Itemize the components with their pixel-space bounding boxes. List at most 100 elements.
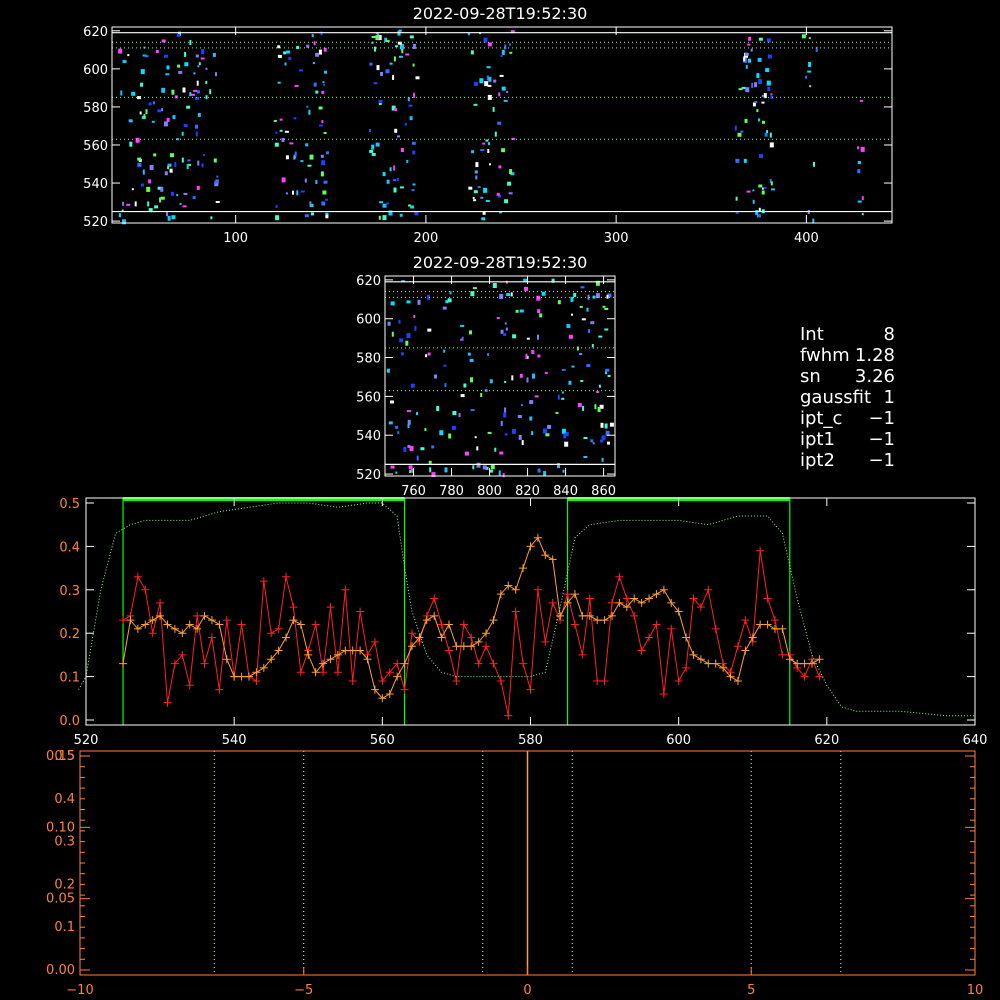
x-tick-label: 520: [74, 733, 99, 748]
image-pixel: [743, 56, 746, 62]
red-data-point: [267, 629, 276, 638]
image-pixel: [157, 109, 162, 113]
image-pixel: [200, 57, 205, 60]
red-data-point: [482, 642, 491, 651]
top-image-pixels: [118, 29, 865, 225]
image-pixel: [568, 334, 573, 339]
image-pixel: [443, 364, 447, 367]
image-pixel: [805, 75, 808, 79]
image-pixel: [411, 468, 413, 473]
x-tick-label: 400: [794, 231, 819, 246]
info-label: ipt_c: [800, 408, 842, 429]
image-pixel: [397, 431, 400, 435]
orange-data-point: [659, 585, 668, 594]
info-label: sn: [800, 366, 821, 387]
image-pixel: [412, 183, 416, 186]
image-pixel: [460, 324, 465, 327]
image-pixel: [120, 90, 123, 96]
red-data-point: [333, 668, 342, 677]
image-pixel: [167, 215, 171, 221]
image-pixel: [606, 294, 609, 299]
image-pixel: [323, 132, 327, 134]
red-data-point: [652, 620, 661, 629]
image-pixel: [312, 62, 315, 65]
image-pixel: [325, 198, 329, 201]
image-pixel: [557, 300, 561, 305]
image-pixel: [601, 457, 604, 462]
image-pixel: [568, 380, 572, 385]
image-pixel: [274, 142, 279, 147]
image-pixel: [487, 431, 492, 434]
image-pixel: [577, 403, 582, 407]
image-pixel: [161, 87, 166, 93]
image-pixel: [285, 192, 288, 195]
image-pixel: [324, 70, 327, 74]
image-pixel: [743, 158, 747, 163]
image-pixel: [597, 407, 601, 412]
red-data-point: [496, 676, 505, 685]
orange-data-point: [733, 676, 742, 685]
image-pixel: [176, 33, 180, 37]
image-pixel: [764, 132, 768, 137]
image-pixel: [326, 151, 329, 155]
image-pixel: [475, 175, 478, 180]
image-pixel: [187, 159, 191, 162]
image-pixel: [378, 103, 382, 105]
image-pixel: [378, 99, 383, 103]
image-pixel: [400, 352, 404, 356]
image-pixel: [306, 105, 309, 108]
image-pixel: [601, 435, 606, 441]
info-label: ipt2: [800, 450, 835, 471]
image-pixel: [409, 470, 412, 473]
image-pixel: [504, 433, 508, 436]
image-pixel: [183, 192, 188, 195]
image-pixel: [375, 35, 380, 41]
x-tick-label: 800: [477, 484, 502, 499]
image-pixel: [374, 46, 376, 52]
image-pixel: [407, 410, 411, 413]
info-panel: Int 8 fwhm 1.28 sn 3.26gaussfit 1 ipt_c −1 ipt1 −1…: [800, 324, 895, 471]
red-data-point: [274, 624, 283, 633]
orange-data-point: [207, 616, 216, 625]
image-pixel: [604, 328, 609, 331]
image-pixel: [176, 194, 179, 197]
image-pixel: [520, 404, 523, 406]
image-pixel: [757, 57, 762, 62]
image-pixel: [304, 178, 307, 183]
image-pixel: [499, 451, 504, 455]
image-pixel: [758, 79, 763, 84]
image-pixel: [399, 338, 404, 343]
image-pixel: [517, 415, 522, 418]
image-pixel: [400, 148, 404, 152]
red-data-point: [185, 681, 194, 690]
image-pixel: [474, 436, 477, 439]
image-pixel: [444, 467, 448, 473]
image-pixel: [277, 54, 282, 58]
image-pixel: [609, 422, 614, 427]
image-pixel: [143, 114, 146, 120]
image-pixel: [407, 424, 410, 429]
orange-data-point: [785, 655, 794, 664]
image-pixel: [537, 354, 541, 358]
x-tick-label: 100: [223, 231, 248, 246]
y-tick-label: 0.05: [46, 892, 75, 907]
image-pixel: [526, 337, 530, 340]
y-tick-label-alt: 0.2: [54, 877, 75, 892]
image-pixel: [428, 460, 432, 464]
image-pixel: [494, 131, 497, 137]
image-pixel: [387, 321, 391, 326]
image-pixel: [505, 327, 508, 331]
orange-data-point: [607, 611, 616, 620]
y-tick-label: 0.2: [59, 627, 80, 642]
image-pixel: [412, 44, 416, 49]
image-pixel: [531, 350, 535, 354]
image-pixel: [583, 456, 588, 458]
red-data-point: [548, 598, 557, 607]
image-pixel: [537, 468, 541, 473]
image-pixel: [813, 161, 815, 167]
image-pixel: [469, 330, 472, 335]
image-pixel: [735, 196, 738, 201]
image-pixel: [547, 424, 552, 429]
image-pixel: [480, 196, 484, 199]
image-pixel: [744, 118, 748, 123]
